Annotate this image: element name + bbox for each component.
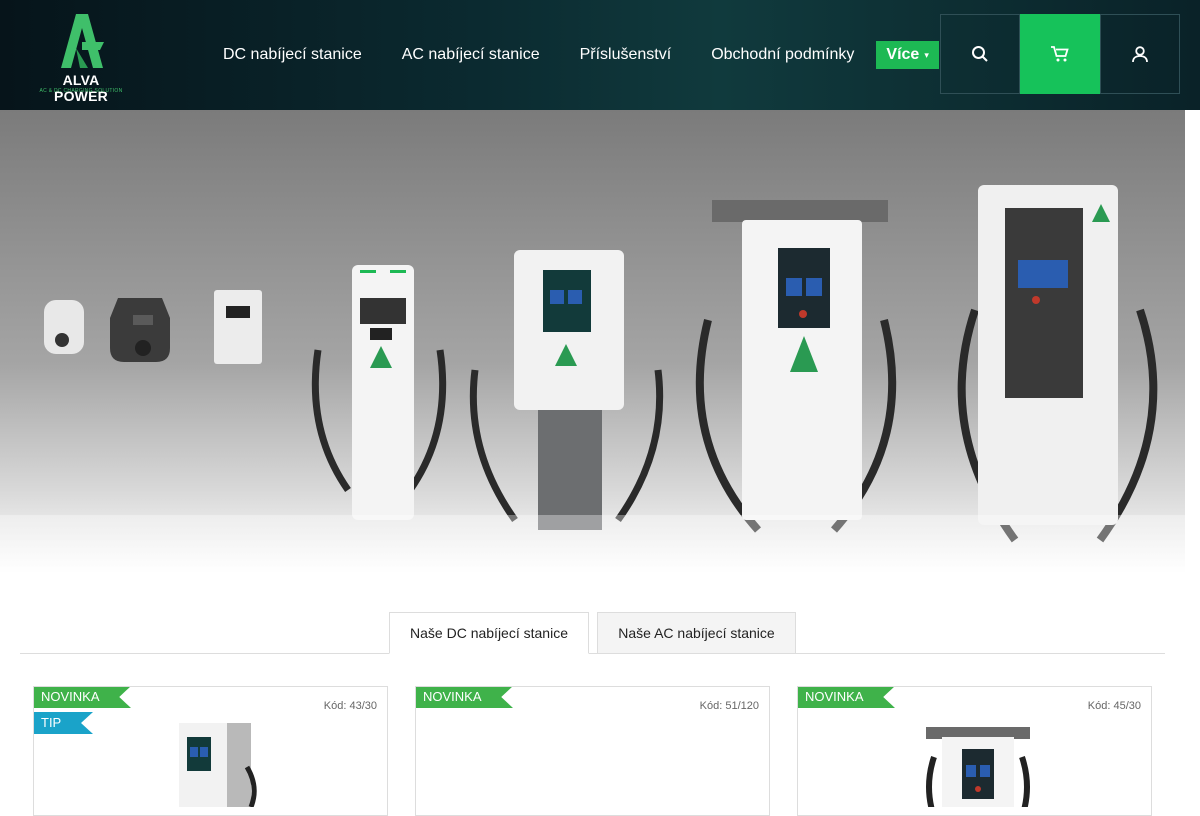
site-logo[interactable]: ALVA POWER AC & DC CHARGING SOLUTION (36, 12, 126, 104)
nav-item-accessories[interactable]: Příslušenství (560, 46, 692, 64)
product-card[interactable]: NOVINKA TIP Kód: 43/30 (33, 686, 388, 816)
user-icon (1132, 46, 1148, 63)
dc-charger-tall-icon (957, 185, 1158, 543)
site-header: ALVA POWER AC & DC CHARGING SOLUTION DC … (0, 0, 1200, 110)
product-image[interactable] (908, 717, 1048, 807)
search-icon (972, 46, 988, 62)
dc-charger-large-icon (695, 200, 897, 533)
product-image[interactable] (159, 717, 269, 807)
nav-item-ac-stations[interactable]: AC nabíjecí stanice (382, 46, 560, 64)
logo-mark-icon (61, 14, 104, 68)
nav-item-terms[interactable]: Obchodní podmínky (691, 46, 874, 64)
product-card[interactable]: NOVINKA Kód: 51/120 (415, 686, 770, 816)
tab-ac-stations[interactable]: Naše AC nabíjecí stanice (597, 612, 796, 654)
badge-new: NOVINKA (34, 687, 131, 708)
search-button[interactable] (940, 14, 1020, 94)
wallbox-white-icon (44, 300, 84, 354)
product-card[interactable]: NOVINKA Kód: 45/30 (797, 686, 1152, 816)
chevron-down-icon: ▾ (924, 49, 929, 60)
nav-more-button[interactable]: Více ▾ (876, 41, 939, 69)
product-code: Kód: 43/30 (323, 700, 377, 712)
cart-button[interactable] (1020, 14, 1100, 94)
dc-charger-slim-icon (311, 265, 447, 520)
tabs-divider (20, 653, 1165, 654)
wallbox-square-icon (214, 290, 262, 364)
badge-new: NOVINKA (416, 687, 513, 708)
badge-new: NOVINKA (798, 687, 895, 708)
product-code: Kód: 45/30 (1087, 700, 1141, 712)
logo-subtitle: AC & DC CHARGING SOLUTION (39, 88, 123, 94)
nav-item-dc-stations[interactable]: DC nabíjecí stanice (203, 46, 382, 64)
hero-banner[interactable] (0, 110, 1185, 573)
user-button[interactable] (1100, 14, 1180, 94)
wallbox-dark-icon (110, 298, 170, 362)
badge-tip: TIP (34, 712, 93, 734)
product-code: Kód: 51/120 (699, 700, 759, 712)
dc-charger-pedestal-icon (469, 250, 664, 530)
cart-icon (1051, 46, 1069, 62)
nav-more-label: Více (886, 46, 920, 63)
hero-chargers-illustration (0, 185, 1185, 573)
main-nav: DC nabíjecí stanice AC nabíjecí stanice … (203, 40, 939, 70)
tab-dc-stations[interactable]: Naše DC nabíjecí stanice (389, 612, 589, 654)
